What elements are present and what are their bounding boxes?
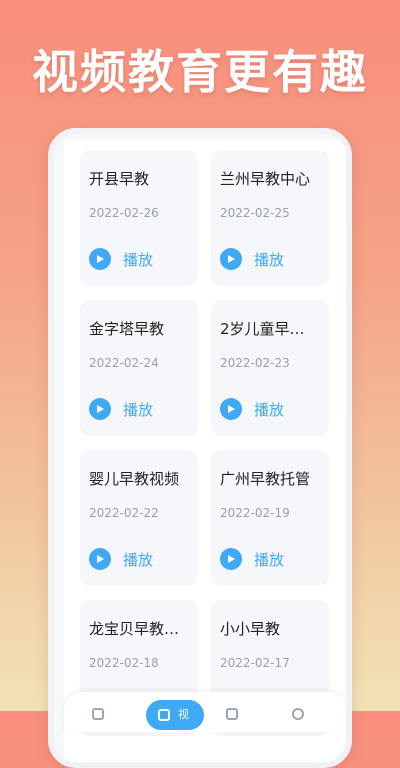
play-label: 播放 — [254, 550, 285, 569]
play-button[interactable]: 播放 — [220, 248, 284, 270]
tab-home[interactable] — [84, 702, 108, 726]
video-date: 2022-02-25 — [220, 206, 290, 220]
video-card[interactable]: 2岁儿童早… 2022-02-23 播放 — [211, 300, 329, 436]
tv-icon — [226, 708, 238, 720]
tab-tv[interactable] — [218, 702, 242, 726]
play-button[interactable]: 播放 — [220, 398, 284, 420]
phone-frame: 开县早教 2022-02-26 播放 兰州早教中心 2022-02-25 播放 … — [48, 128, 352, 768]
play-label: 播放 — [123, 400, 154, 419]
home-icon — [92, 708, 104, 720]
tab-video[interactable]: 视 — [146, 700, 204, 730]
video-card[interactable]: 开县早教 2022-02-26 播放 — [80, 150, 198, 286]
profile-icon — [292, 708, 304, 720]
play-label: 播放 — [123, 550, 154, 569]
video-title: 金字塔早教 — [89, 320, 165, 338]
app-screen: 开县早教 2022-02-26 播放 兰州早教中心 2022-02-25 播放 … — [64, 140, 346, 762]
play-label: 播放 — [123, 250, 154, 269]
play-icon — [220, 398, 242, 420]
video-date: 2022-02-26 — [89, 206, 159, 220]
play-button[interactable]: 播放 — [89, 548, 153, 570]
video-date: 2022-02-22 — [89, 506, 159, 520]
play-icon — [89, 248, 111, 270]
play-button[interactable]: 播放 — [220, 548, 284, 570]
play-label: 播放 — [254, 250, 285, 269]
tab-profile[interactable] — [284, 702, 308, 726]
video-title: 小小早教 — [220, 620, 281, 638]
play-icon — [89, 398, 111, 420]
video-card[interactable]: 广州早教托管 2022-02-19 播放 — [211, 450, 329, 586]
bottom-tab-bar: 视 — [64, 692, 346, 732]
play-button[interactable]: 播放 — [89, 248, 153, 270]
video-date: 2022-02-17 — [220, 656, 290, 670]
video-date: 2022-02-18 — [89, 656, 159, 670]
video-title: 广州早教托管 — [220, 470, 311, 488]
play-icon — [89, 548, 111, 570]
tab-video-label: 视 — [178, 708, 189, 721]
promo-banner-title: 视频教育更有趣 — [32, 45, 368, 99]
video-date: 2022-02-19 — [220, 506, 290, 520]
video-title: 龙宝贝早教… — [89, 620, 180, 638]
video-date: 2022-02-23 — [220, 356, 290, 370]
play-label: 播放 — [254, 400, 285, 419]
video-title: 婴儿早教视频 — [89, 470, 180, 488]
video-title: 兰州早教中心 — [220, 170, 311, 188]
play-icon — [220, 548, 242, 570]
video-date: 2022-02-24 — [89, 356, 159, 370]
video-card[interactable]: 兰州早教中心 2022-02-25 播放 — [211, 150, 329, 286]
video-card[interactable]: 婴儿早教视频 2022-02-22 播放 — [80, 450, 198, 586]
video-card[interactable]: 金字塔早教 2022-02-24 播放 — [80, 300, 198, 436]
video-title: 2岁儿童早… — [220, 320, 305, 338]
play-icon — [220, 248, 242, 270]
play-button[interactable]: 播放 — [89, 398, 153, 420]
video-title: 开县早教 — [89, 170, 150, 188]
